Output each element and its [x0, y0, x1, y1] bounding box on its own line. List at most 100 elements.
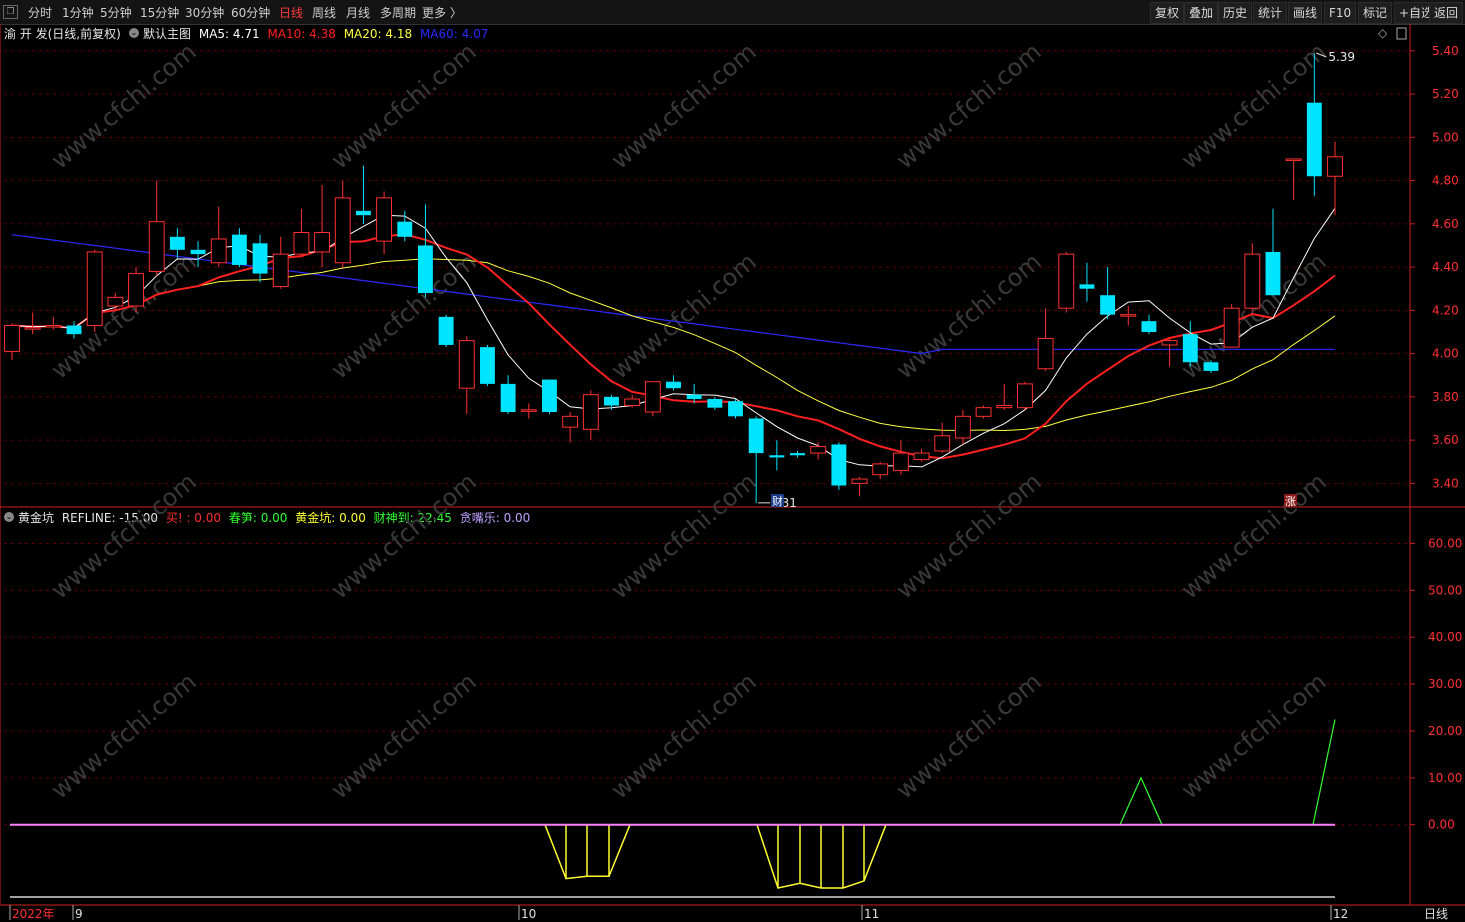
watermark-text: www.cfchi.com	[891, 37, 1047, 174]
y-tick-label: 4.20	[1432, 303, 1459, 317]
candle-body	[1100, 295, 1116, 315]
watermark-text: www.cfchi.com	[326, 37, 482, 174]
candle-body	[851, 478, 868, 484]
watermark-text: www.cfchi.com	[606, 37, 762, 174]
candle-body	[1016, 383, 1033, 409]
candle-body	[520, 409, 537, 412]
ma10-line	[11, 233, 1336, 460]
candle-body	[913, 452, 930, 461]
y-tick-label: 50.00	[1428, 583, 1462, 597]
candle-body	[1285, 158, 1302, 161]
candle-body	[954, 415, 971, 439]
watermark-text: www.cfchi.com	[1176, 667, 1332, 804]
x-tick-label: 12	[1333, 907, 1348, 921]
x-tick-label: 10	[521, 907, 536, 921]
candle-body	[810, 446, 827, 454]
candle-body	[1037, 337, 1054, 370]
candle-body	[707, 399, 723, 408]
y-tick-label: 4.60	[1432, 217, 1459, 231]
candle-body	[996, 405, 1013, 409]
candle-body	[86, 251, 103, 326]
y-tick-label: 30.00	[1428, 677, 1462, 691]
candle-body	[148, 221, 165, 272]
candle-body	[293, 231, 310, 255]
watermark-text: www.cfchi.com	[326, 467, 482, 604]
watermark-text: www.cfchi.com	[891, 247, 1047, 384]
candle-body	[728, 401, 743, 417]
y-tick-label: 3.40	[1432, 476, 1459, 490]
watermark-text: www.cfchi.com	[606, 247, 762, 384]
candle-body	[66, 325, 82, 335]
watermark-text: www.cfchi.com	[46, 247, 202, 384]
watermark-text: www.cfchi.com	[46, 667, 202, 804]
y-tick-label: 4.40	[1432, 260, 1459, 274]
candle-body	[1306, 102, 1322, 177]
candle-body	[1141, 321, 1157, 332]
candle-body	[666, 381, 681, 389]
candle-body	[24, 327, 41, 330]
x-tick-label: 9	[75, 907, 83, 921]
candle-body	[686, 394, 702, 400]
candle-body	[190, 249, 206, 255]
candle-body	[272, 253, 289, 288]
watermark-text: www.cfchi.com	[326, 667, 482, 804]
candle-body	[480, 347, 495, 384]
candle-body	[107, 296, 124, 307]
x-tick-label: 2022年	[12, 907, 55, 921]
candle-body	[500, 383, 516, 412]
watermark-text: www.cfchi.com	[606, 667, 762, 804]
candle-body	[376, 197, 393, 242]
candle-body	[128, 273, 144, 307]
watermark-text: www.cfchi.com	[891, 667, 1047, 804]
candle-body	[1079, 284, 1095, 289]
candle-body	[934, 435, 951, 452]
candle-body	[210, 238, 227, 264]
cai-marker: 财	[772, 494, 783, 508]
y-tick-label: 5.20	[1432, 87, 1459, 101]
watermark-text: www.cfchi.com	[46, 467, 202, 604]
y-tick-label: 3.80	[1432, 390, 1459, 404]
candle-body	[562, 415, 579, 428]
y-tick-label: 4.00	[1432, 347, 1459, 361]
watermark-text: www.cfchi.com	[891, 467, 1047, 604]
candle-body	[1058, 253, 1075, 309]
candle-body	[831, 444, 847, 486]
x-tick-label: 11	[864, 907, 879, 921]
watermark-text: www.cfchi.com	[326, 247, 482, 384]
candle-body	[1244, 253, 1261, 309]
candle-body	[458, 340, 475, 389]
watermark-text: www.cfchi.com	[606, 467, 762, 604]
high-label: 5.39	[1328, 50, 1355, 64]
candle-body	[1161, 340, 1178, 346]
candle-body	[769, 455, 785, 458]
y-tick-label: 40.00	[1428, 630, 1462, 644]
caishen-line	[1312, 719, 1336, 825]
y-tick-label: 10.00	[1428, 771, 1462, 785]
candle-body	[1327, 156, 1343, 177]
candle-body	[1223, 307, 1240, 348]
zhang-marker: 涨	[1285, 495, 1296, 508]
y-tick-label: 4.80	[1432, 174, 1459, 188]
candle-body	[542, 379, 557, 412]
candle-body	[790, 453, 805, 456]
candle-body	[438, 316, 454, 345]
y-tick-label: 5.40	[1432, 44, 1459, 58]
candle-body	[582, 394, 599, 430]
candle-body	[748, 418, 764, 454]
candle-body	[892, 452, 909, 471]
candle-body	[334, 197, 351, 264]
candle-body	[624, 398, 641, 407]
y-tick-label: 5.00	[1432, 130, 1459, 144]
candle-body	[1182, 334, 1198, 363]
candle-body	[604, 396, 619, 406]
candle-body	[355, 210, 371, 216]
kline-chart[interactable]: 3.40 3.60 3.80 4.00 4.20 4.40 4.60 4.80 5.00 5.20…	[0, 0, 1465, 922]
candle-body	[252, 243, 268, 274]
candle-body	[45, 324, 62, 328]
watermark-text: www.cfchi.com	[1176, 467, 1332, 604]
watermark-text: www.cfchi.com	[46, 37, 202, 174]
candle-body	[1265, 251, 1281, 296]
diamond-icon: ◇	[1378, 26, 1388, 40]
candle-body	[4, 324, 20, 352]
period-label: 日线	[1424, 907, 1448, 921]
